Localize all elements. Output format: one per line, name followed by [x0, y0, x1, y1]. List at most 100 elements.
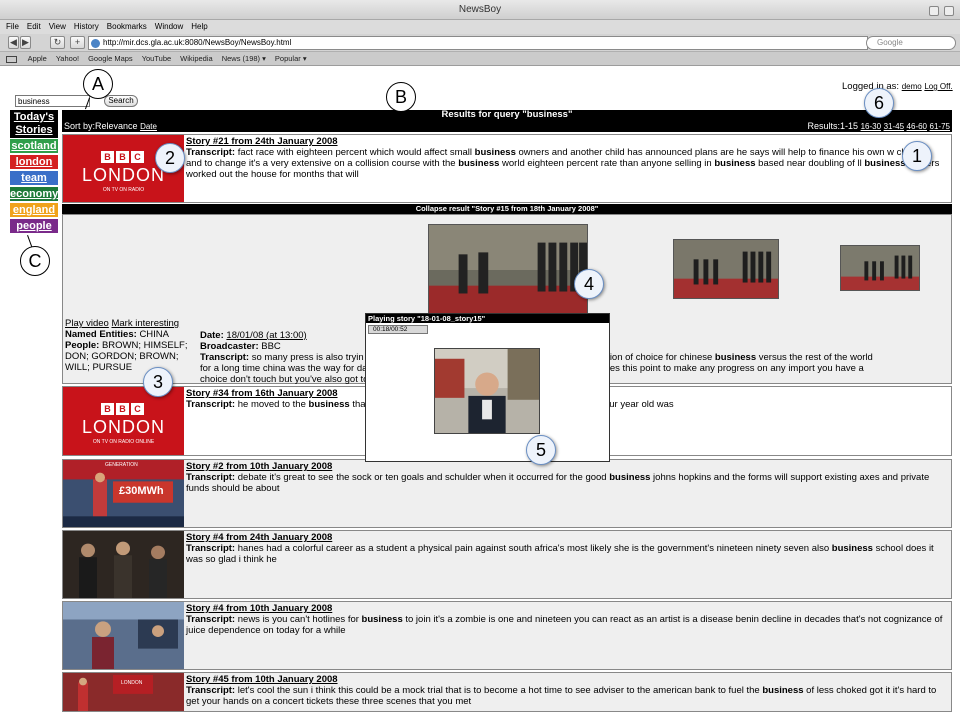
- bookmark-item[interactable]: Apple: [28, 54, 47, 63]
- bookmarks-book-icon[interactable]: [6, 55, 17, 63]
- bookmark-item[interactable]: YouTube: [142, 54, 171, 63]
- menu-item[interactable]: Help: [191, 22, 207, 31]
- story-result[interactable]: Story #4 from 10th January 2008 Transcri…: [62, 601, 952, 670]
- video-frame[interactable]: [434, 348, 540, 434]
- bookmark-item[interactable]: Wikipedia: [180, 54, 213, 63]
- results-range: Results:1-15: [807, 121, 859, 131]
- story-thumbnail[interactable]: BBC LONDON ON TV ON RADIO ONLINE: [63, 387, 184, 455]
- play-video-link[interactable]: Play video: [65, 318, 109, 329]
- sort-date-link[interactable]: Date: [140, 122, 157, 131]
- address-bar[interactable]: http://mir.dcs.gla.ac.uk:8080/NewsBoy/Ne…: [88, 36, 868, 50]
- newsboy-page: Search Logged in as: demo Log Off. Today…: [0, 66, 960, 712]
- reload-icon[interactable]: ↻: [50, 36, 65, 49]
- callout-6: 6: [864, 88, 894, 118]
- menu-item[interactable]: Bookmarks: [107, 22, 147, 31]
- broadcaster: BBC: [261, 341, 281, 352]
- story-result[interactable]: BBC LONDON ON TV ON RADIO Story #21 from…: [62, 134, 952, 203]
- page-link[interactable]: 61-75: [930, 122, 950, 131]
- window-title: NewsBoy: [458, 4, 502, 15]
- story-text: Story #4 from 24th January 2008 Transcri…: [186, 532, 947, 565]
- story-title-link[interactable]: Story #45 from 10th January 2008: [186, 674, 947, 685]
- page-link[interactable]: 46-60: [907, 122, 927, 131]
- story-result[interactable]: Story #4 from 24th January 2008 Transcri…: [62, 530, 952, 599]
- login-status: Logged in as: demo Log Off.: [842, 81, 953, 92]
- bookmarks-bar: Apple Yahoo! Google Maps YouTube Wikipedia Ne…: [0, 52, 960, 66]
- query-input[interactable]: [15, 95, 90, 107]
- bbc-london-logo: BBC LONDON ON TV ON RADIO ONLINE: [63, 387, 184, 455]
- callout-3: 3: [143, 367, 173, 397]
- callout-c: C: [20, 246, 50, 276]
- category-link[interactable]: england: [10, 203, 58, 217]
- story-text: Story #21 from 24th January 2008 Transcr…: [186, 136, 947, 180]
- callout-4: 4: [574, 269, 604, 299]
- category-link[interactable]: people: [10, 219, 58, 233]
- log-off-link[interactable]: Log Off.: [924, 82, 952, 91]
- site-icon: [91, 39, 100, 48]
- bookmark-item[interactable]: News (198) ▾: [222, 54, 266, 63]
- menu-item[interactable]: Window: [155, 22, 183, 31]
- category-link[interactable]: scotland: [10, 139, 58, 153]
- story-title-link[interactable]: Story #4 from 10th January 2008: [186, 603, 947, 614]
- story-transcript: Transcript: fact race with eighteen perc…: [186, 147, 939, 180]
- bookmark-item[interactable]: Popular ▾: [275, 54, 307, 63]
- window-titlebar: NewsBoy: [0, 0, 960, 20]
- story-title-link[interactable]: Story #4 from 24th January 2008: [186, 532, 947, 543]
- story-details-left: Play video Mark interesting Named Entiti…: [65, 318, 188, 373]
- story-thumbnail[interactable]: GENERATION £30MWh: [63, 460, 184, 527]
- story-transcript: Transcript: hanes had a colorful career …: [186, 543, 934, 565]
- add-bookmark-icon[interactable]: +: [70, 36, 85, 49]
- search-button[interactable]: Search: [104, 95, 138, 107]
- back-icon[interactable]: ◀: [8, 36, 19, 49]
- minimize-icon[interactable]: [929, 6, 940, 16]
- keyframe-image[interactable]: [673, 239, 779, 299]
- story-transcript: Transcript: let's cool the sun i think t…: [186, 685, 937, 707]
- menu-item[interactable]: History: [74, 22, 99, 31]
- results-header: Results for query "business": [62, 110, 952, 120]
- story-thumbnail[interactable]: [63, 531, 184, 598]
- category-link[interactable]: team: [10, 171, 58, 185]
- sort-options: Sort by:Relevance Date: [64, 120, 157, 133]
- story-result[interactable]: LONDON Story #45 from 10th January 2008 …: [62, 672, 952, 712]
- username-link[interactable]: demo: [902, 82, 922, 91]
- story-text: Story #45 from 10th January 2008 Transcr…: [186, 674, 947, 707]
- category-link[interactable]: london: [10, 155, 58, 169]
- video-timecode[interactable]: 00:18/00:52: [368, 325, 428, 334]
- callout-pointer: [27, 235, 33, 247]
- browser-search-field[interactable]: Google: [866, 36, 956, 50]
- sort-bar: Sort by:Relevance Date Results:1-15 16-3…: [62, 120, 952, 132]
- sort-relevance[interactable]: Sort by:Relevance: [64, 121, 138, 131]
- story-result[interactable]: GENERATION £30MWh Story #2 from 10th Jan…: [62, 459, 952, 528]
- video-player-title: Playing story "18-01-08_story15": [366, 314, 609, 323]
- callout-2: 2: [155, 143, 185, 173]
- story-transcript: Transcript: debate it's great to see the…: [186, 472, 930, 494]
- callout-b: B: [386, 82, 416, 112]
- callout-1: 1: [902, 141, 932, 171]
- named-entities: CHINA: [139, 329, 169, 340]
- category-link[interactable]: economy: [10, 187, 58, 201]
- menu-item[interactable]: Edit: [27, 22, 41, 31]
- page-link[interactable]: 16-30: [861, 122, 881, 131]
- keyframe-image[interactable]: [840, 245, 920, 291]
- resize-icon[interactable]: [944, 6, 954, 16]
- story-text: Story #4 from 10th January 2008 Transcri…: [186, 603, 947, 636]
- video-player-popup[interactable]: Playing story "18-01-08_story15" 00:18/0…: [365, 313, 610, 462]
- callout-a: A: [83, 69, 113, 99]
- collapse-result-bar[interactable]: Collapse result "Story #15 from 18th Jan…: [62, 204, 952, 214]
- mark-interesting-link[interactable]: Mark interesting: [111, 318, 179, 329]
- todays-stories-link[interactable]: Today's Stories: [10, 110, 58, 138]
- date-link[interactable]: 18/01/08 (at 13:00): [226, 330, 306, 341]
- keyframe-image[interactable]: [428, 224, 588, 316]
- story-thumbnail[interactable]: [63, 602, 184, 669]
- menu-bar: File Edit View History Bookmarks Window Help: [0, 20, 960, 34]
- page-link[interactable]: 31-45: [884, 122, 904, 131]
- story-title-link[interactable]: Story #2 from 10th January 2008: [186, 461, 947, 472]
- pagination: Results:1-15 16-30 31-45 46-60 61-75: [808, 120, 950, 133]
- story-title-link[interactable]: Story #21 from 24th January 2008: [186, 136, 947, 147]
- menu-item[interactable]: View: [49, 22, 66, 31]
- forward-icon[interactable]: ▶: [20, 36, 31, 49]
- menu-item[interactable]: File: [6, 22, 19, 31]
- bookmark-item[interactable]: Yahoo!: [56, 54, 79, 63]
- browser-search-placeholder: Google: [877, 38, 903, 47]
- story-thumbnail[interactable]: LONDON: [63, 673, 184, 711]
- bookmark-item[interactable]: Google Maps: [88, 54, 133, 63]
